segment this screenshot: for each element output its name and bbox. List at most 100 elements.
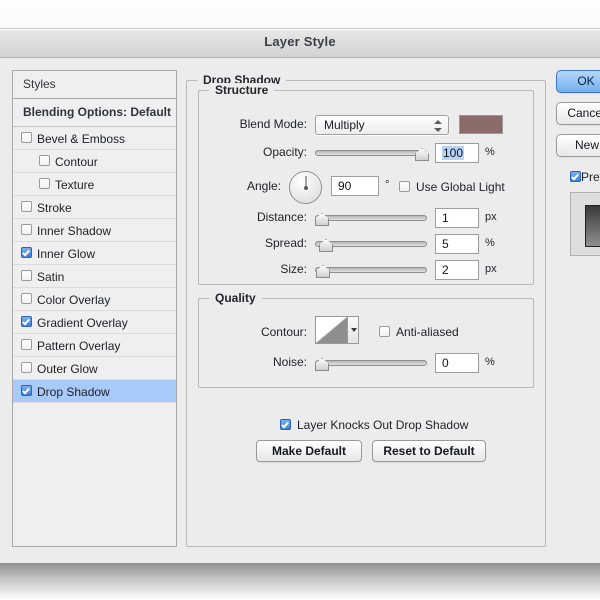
- noise-row: Noise: 0 %: [199, 351, 535, 375]
- noise-slider[interactable]: [315, 354, 427, 372]
- angle-dial[interactable]: [289, 171, 322, 204]
- size-row: Size: 2 px: [199, 258, 535, 282]
- effect-item[interactable]: Stroke: [13, 196, 176, 219]
- opacity-label: Opacity:: [262, 145, 307, 159]
- layer-knocks-out-label: Layer Knocks Out Drop Shadow: [297, 418, 469, 432]
- structure-group: Structure Blend Mode: Multiply Opacity:: [198, 83, 535, 285]
- opacity-slider[interactable]: [315, 144, 429, 162]
- size-input[interactable]: 2: [435, 260, 479, 280]
- anti-aliased-row[interactable]: Anti-aliased: [379, 325, 459, 339]
- effect-item[interactable]: Contour: [13, 150, 176, 173]
- effect-item[interactable]: Color Overlay: [13, 288, 176, 311]
- noise-value: 0: [442, 356, 449, 370]
- desktop-bottom-shade: [0, 563, 600, 600]
- effect-label: Pattern Overlay: [37, 338, 121, 353]
- size-slider[interactable]: [315, 261, 427, 279]
- contour-row: Contour: Anti-aliased: [199, 315, 535, 347]
- effect-enable-checkbox[interactable]: [21, 270, 32, 281]
- preview-checkbox[interactable]: [570, 171, 581, 182]
- dialog-titlebar[interactable]: Layer Style: [0, 29, 600, 58]
- anti-aliased-checkbox[interactable]: [379, 326, 390, 337]
- blending-options-row[interactable]: Blending Options: Default: [13, 99, 176, 127]
- chevron-updown-icon: [434, 119, 442, 133]
- size-unit: px: [485, 263, 497, 275]
- effect-item[interactable]: Inner Glow: [13, 242, 176, 265]
- distance-input[interactable]: 1: [435, 208, 479, 228]
- noise-input[interactable]: 0: [435, 353, 479, 373]
- effect-item[interactable]: Inner Shadow: [13, 219, 176, 242]
- blend-mode-value: Multiply: [324, 118, 365, 132]
- new-style-button[interactable]: New Style...: [556, 134, 600, 157]
- opacity-unit: %: [485, 146, 495, 158]
- blend-mode-row: Blend Mode: Multiply: [199, 113, 535, 137]
- layer-style-dialog: Layer Style Styles Blending Options: Def…: [0, 28, 600, 564]
- effects-list: Bevel & Emboss Contour Texture Stroke Inner …: [13, 127, 176, 403]
- size-label: Size:: [280, 262, 307, 276]
- preview-row[interactable]: Preview: [570, 170, 600, 184]
- effect-label: Stroke: [37, 200, 72, 215]
- effect-item[interactable]: Satin: [13, 265, 176, 288]
- opacity-input[interactable]: 100: [435, 143, 479, 163]
- effect-label: Color Overlay: [37, 292, 111, 307]
- dialog-title: Layer Style: [264, 34, 336, 49]
- effect-enable-checkbox[interactable]: [21, 362, 32, 373]
- opacity-row: Opacity: 100 %: [199, 141, 535, 165]
- reset-to-default-button[interactable]: Reset to Default: [372, 440, 486, 462]
- effect-enable-checkbox[interactable]: [39, 155, 50, 166]
- opacity-slider-track: [315, 150, 427, 156]
- preview-label: Preview: [581, 170, 600, 184]
- effect-enable-checkbox[interactable]: [21, 385, 32, 396]
- spread-unit: %: [485, 237, 495, 249]
- noise-slider-track: [315, 360, 427, 366]
- distance-slider[interactable]: [315, 209, 427, 227]
- effect-enable-checkbox[interactable]: [21, 201, 32, 212]
- distance-unit: px: [485, 211, 497, 223]
- effect-enable-checkbox[interactable]: [39, 178, 50, 189]
- use-global-light-checkbox[interactable]: [399, 181, 410, 192]
- contour-preset-picker[interactable]: [315, 316, 359, 344]
- effect-item[interactable]: Gradient Overlay: [13, 311, 176, 334]
- effect-label: Inner Glow: [37, 246, 96, 261]
- spread-label: Spread:: [264, 236, 307, 250]
- effect-item[interactable]: Bevel & Emboss: [13, 127, 176, 150]
- contour-curve-thumbnail: [316, 317, 348, 343]
- effect-label: Bevel & Emboss: [37, 131, 126, 146]
- make-default-button[interactable]: Make Default: [256, 440, 362, 462]
- distance-value: 1: [442, 211, 449, 225]
- preview-thumbnail-chip: [585, 205, 600, 247]
- desktop-background: Layer Style Styles Blending Options: Def…: [0, 0, 600, 600]
- use-global-light-row[interactable]: Use Global Light: [399, 180, 505, 194]
- effect-item[interactable]: Texture: [13, 173, 176, 196]
- dialog-body: Styles Blending Options: Default Bevel &…: [0, 58, 600, 565]
- effect-item[interactable]: Drop Shadow: [13, 380, 176, 403]
- effect-enable-checkbox[interactable]: [21, 224, 32, 235]
- effect-enable-checkbox[interactable]: [21, 316, 32, 327]
- distance-label: Distance:: [256, 210, 307, 224]
- effect-label: Inner Shadow: [37, 223, 112, 238]
- effect-enable-checkbox[interactable]: [21, 247, 32, 258]
- effect-enable-checkbox[interactable]: [21, 339, 32, 350]
- contour-label: Contour:: [260, 325, 307, 339]
- chevron-down-icon[interactable]: [348, 317, 358, 343]
- layer-knocks-out-row[interactable]: Layer Knocks Out Drop Shadow: [280, 418, 468, 432]
- shadow-color-swatch[interactable]: [459, 115, 503, 134]
- size-slider-track: [315, 267, 427, 273]
- blend-mode-select[interactable]: Multiply: [315, 115, 449, 135]
- angle-input[interactable]: 90: [331, 176, 379, 196]
- effect-label: Outer Glow: [37, 361, 98, 376]
- noise-unit: %: [485, 356, 495, 368]
- styles-panel-header[interactable]: Styles: [13, 71, 176, 99]
- spread-input[interactable]: 5: [435, 234, 479, 254]
- effect-item[interactable]: Pattern Overlay: [13, 334, 176, 357]
- distance-slider-track: [315, 215, 427, 221]
- effect-enable-checkbox[interactable]: [21, 293, 32, 304]
- spread-slider[interactable]: [315, 235, 427, 253]
- effect-enable-checkbox[interactable]: [21, 132, 32, 143]
- cancel-button[interactable]: Cancel: [556, 102, 600, 125]
- effect-item[interactable]: Outer Glow: [13, 357, 176, 380]
- anti-aliased-label: Anti-aliased: [396, 325, 459, 339]
- layer-knocks-out-checkbox[interactable]: [280, 419, 291, 430]
- preview-thumbnail: [570, 192, 600, 256]
- ok-button[interactable]: OK: [556, 70, 600, 93]
- drop-shadow-settings: Drop Shadow Structure Blend Mode: Multip…: [186, 70, 546, 547]
